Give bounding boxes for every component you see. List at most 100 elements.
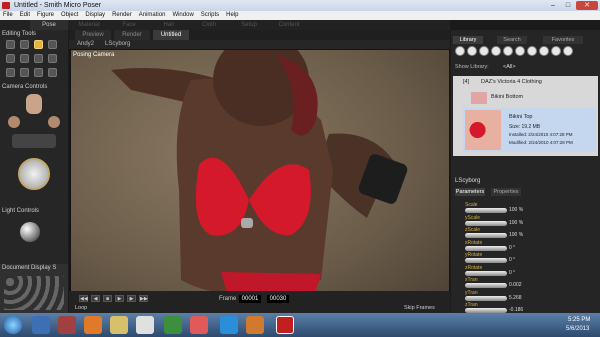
param-value[interactable]: 0.002 bbox=[509, 282, 522, 288]
room-tab-hair[interactable]: Hair bbox=[150, 20, 188, 30]
param-dial[interactable] bbox=[465, 270, 507, 276]
tab-render[interactable]: Render bbox=[114, 30, 150, 40]
tab-preview[interactable]: Preview bbox=[75, 30, 111, 40]
translate-tool-icon[interactable] bbox=[34, 40, 43, 49]
loop-toggle[interactable]: Loop bbox=[75, 305, 87, 311]
skype-icon[interactable] bbox=[220, 316, 238, 334]
library-item-selected[interactable]: Bikini Top Size: 19.2 MB Installed: 2/24… bbox=[463, 108, 596, 152]
chain-break-tool-icon[interactable] bbox=[34, 54, 43, 63]
param-dial[interactable] bbox=[465, 245, 507, 251]
library-category-hair-icon[interactable] bbox=[491, 46, 501, 56]
element-select[interactable]: LScyborg bbox=[105, 40, 130, 49]
param-value[interactable]: 100 % bbox=[509, 220, 523, 226]
menu-help[interactable]: Help bbox=[226, 11, 238, 20]
color-tool-icon[interactable] bbox=[48, 54, 57, 63]
library-category-cameras-icon[interactable] bbox=[539, 46, 549, 56]
blender-icon[interactable] bbox=[246, 316, 264, 334]
param-dial[interactable] bbox=[465, 208, 507, 213]
menu-scripts[interactable]: Scripts bbox=[201, 11, 219, 20]
param-dial[interactable] bbox=[465, 220, 507, 226]
media-player-icon[interactable] bbox=[58, 316, 76, 334]
maximize-button[interactable]: □ bbox=[561, 1, 575, 10]
library-category-lights-icon[interactable] bbox=[527, 46, 537, 56]
menu-file[interactable]: File bbox=[3, 11, 13, 20]
light-sphere-icon[interactable] bbox=[20, 222, 40, 242]
minimize-button[interactable]: – bbox=[546, 1, 560, 10]
rotate-tool-icon[interactable] bbox=[6, 40, 15, 49]
library-category-figures-icon[interactable] bbox=[455, 46, 465, 56]
skip-frames-toggle[interactable]: Skip Frames bbox=[404, 305, 435, 311]
previous-frame-button[interactable]: ◀ bbox=[91, 295, 100, 302]
3d-viewport[interactable]: Posing Camera bbox=[71, 50, 449, 308]
library-item-bikini-bottom[interactable]: Bikini Bottom bbox=[491, 94, 523, 100]
next-frame-button[interactable]: ▶ bbox=[127, 295, 136, 302]
morph-brush-tool-icon[interactable] bbox=[34, 68, 43, 77]
figure-select[interactable]: Andy2 bbox=[77, 40, 94, 49]
room-tab-cloth[interactable]: Cloth bbox=[190, 20, 228, 30]
twist-tool-icon[interactable] bbox=[20, 40, 29, 49]
menu-edit[interactable]: Edit bbox=[20, 11, 30, 20]
tab-favorites[interactable]: Favorites bbox=[543, 36, 583, 44]
room-tab-material[interactable]: Material bbox=[70, 20, 108, 30]
taper-tool-icon[interactable] bbox=[20, 54, 29, 63]
param-dial[interactable] bbox=[465, 283, 507, 288]
bikini-bottom-thumbnail[interactable] bbox=[471, 92, 487, 104]
grid-app-icon[interactable] bbox=[190, 316, 208, 334]
library-category-materials-icon[interactable] bbox=[551, 46, 561, 56]
menu-window[interactable]: Window bbox=[172, 11, 193, 20]
show-library-select[interactable]: <All> bbox=[503, 64, 516, 70]
room-tab-setup[interactable]: Setup bbox=[230, 20, 268, 30]
room-tab-pose[interactable]: Pose bbox=[30, 20, 68, 30]
tab-properties[interactable]: Properties bbox=[491, 188, 521, 196]
param-value[interactable]: 0 ° bbox=[509, 270, 515, 276]
stop-button[interactable]: ■ bbox=[103, 295, 112, 302]
library-category-props-icon[interactable] bbox=[515, 46, 525, 56]
play-button[interactable]: ▶ bbox=[115, 295, 124, 302]
param-value[interactable]: 0 ° bbox=[509, 257, 515, 263]
param-value[interactable]: 0 ° bbox=[509, 245, 515, 251]
internet-explorer-icon[interactable] bbox=[32, 316, 50, 334]
param-dial[interactable] bbox=[465, 233, 507, 238]
param-dial[interactable] bbox=[465, 295, 507, 301]
right-hand-camera-icon[interactable] bbox=[48, 116, 60, 128]
library-category-expressions-icon[interactable] bbox=[479, 46, 489, 56]
left-hand-camera-icon[interactable] bbox=[8, 116, 20, 128]
menu-object[interactable]: Object bbox=[61, 11, 78, 20]
tab-parameters[interactable]: Parameters bbox=[455, 188, 485, 196]
go-to-end-button[interactable]: ▶▶ bbox=[139, 295, 148, 302]
camera-move-controls[interactable] bbox=[12, 134, 56, 148]
library-category-scenes-icon[interactable] bbox=[563, 46, 573, 56]
chrome-icon[interactable] bbox=[136, 316, 154, 334]
file-explorer-icon[interactable] bbox=[110, 316, 128, 334]
tab-untitled[interactable]: Untitled bbox=[153, 30, 189, 40]
library-folder[interactable]: DAZ's Victoria 4 Clothing bbox=[481, 79, 542, 85]
param-value[interactable]: 100 % bbox=[509, 232, 523, 238]
current-frame-field[interactable]: 00001 bbox=[239, 295, 261, 303]
utorrent-icon[interactable] bbox=[164, 316, 182, 334]
poser-taskbar-icon[interactable] bbox=[276, 316, 294, 334]
param-value[interactable]: 5.268 bbox=[509, 295, 522, 301]
grouping-tool-icon[interactable] bbox=[6, 68, 15, 77]
total-frames-field[interactable]: 00030 bbox=[267, 295, 289, 303]
menu-figure[interactable]: Figure bbox=[37, 11, 54, 20]
start-button-icon[interactable] bbox=[4, 316, 22, 334]
room-tab-face[interactable]: Face bbox=[110, 20, 148, 30]
face-camera-icon[interactable] bbox=[26, 94, 42, 114]
display-style-grid[interactable] bbox=[4, 276, 64, 310]
menu-animation[interactable]: Animation bbox=[139, 11, 166, 20]
direct-manipulation-tool-icon[interactable] bbox=[48, 68, 57, 77]
tab-library[interactable]: Library bbox=[453, 36, 483, 44]
translate-in-out-tool-icon[interactable] bbox=[48, 40, 57, 49]
firefox-icon[interactable] bbox=[84, 316, 102, 334]
tab-search[interactable]: Search bbox=[497, 36, 527, 44]
menu-render[interactable]: Render bbox=[112, 11, 132, 20]
param-dial[interactable] bbox=[465, 258, 507, 263]
view-magnifier-tool-icon[interactable] bbox=[20, 68, 29, 77]
library-category-poses-icon[interactable] bbox=[467, 46, 477, 56]
menu-display[interactable]: Display bbox=[85, 11, 105, 20]
param-value[interactable]: 100 % bbox=[509, 207, 523, 213]
room-tab-content[interactable]: Content bbox=[270, 20, 308, 30]
trackball-icon[interactable] bbox=[18, 158, 50, 190]
scale-tool-icon[interactable] bbox=[6, 54, 15, 63]
go-to-start-button[interactable]: ◀◀ bbox=[79, 295, 88, 302]
